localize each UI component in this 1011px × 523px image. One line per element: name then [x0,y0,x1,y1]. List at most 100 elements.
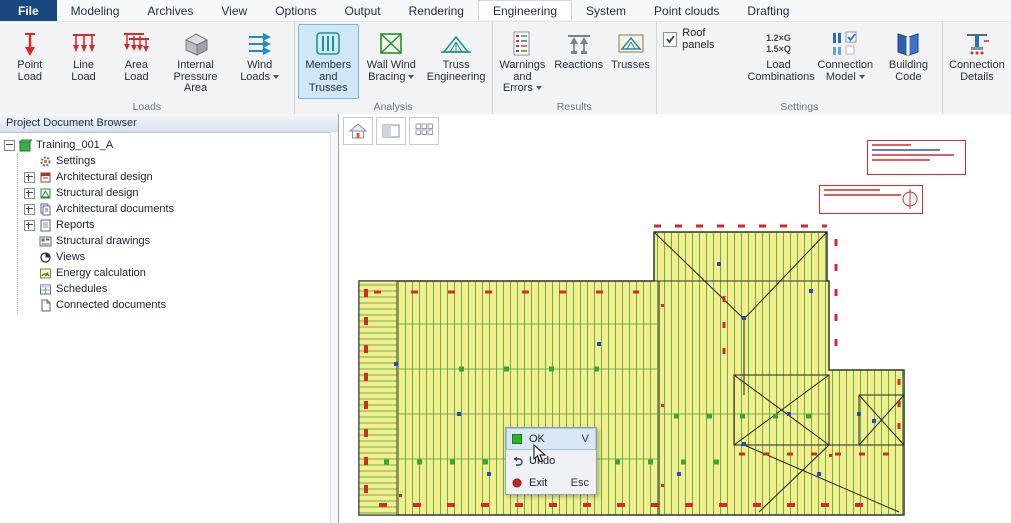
tree-root-row[interactable]: Training_001_A [4,137,338,153]
warnings-and-errors-button[interactable]: Warnings and Errors [496,24,550,99]
exit-icon [511,478,523,488]
point-load-button[interactable]: Point Load [3,24,57,99]
tab-rendering[interactable]: Rendering [395,0,478,21]
tree-item-schedules[interactable]: Schedules [24,281,338,297]
tab-options[interactable]: Options [261,0,330,21]
ribbon-tab-bar: File Modeling Archives View Options Outp… [0,0,1011,22]
expand-expander-icon[interactable] [24,220,35,231]
group-label-connection-details [945,100,1009,114]
tree-item-architectural-documents[interactable]: Architectural documents [24,201,338,217]
warnings-and-errors-icon [507,28,537,60]
group-label-analysis: Analysis [297,100,490,114]
schedule-icon [39,283,52,296]
area-load-button[interactable]: Area Load [110,24,162,99]
collapse-expander-icon[interactable] [4,140,15,151]
tab-file[interactable]: File [0,0,57,21]
tree-item-settings[interactable]: Settings [24,153,338,169]
tree-children: Settings Architectural design Structural… [17,153,338,313]
tab-archives[interactable]: Archives [133,0,207,21]
roof-panels-checkbox-row[interactable]: Roof panels [663,27,738,51]
tab-point-clouds[interactable]: Point clouds [640,0,733,21]
drawing-canvas[interactable]: OK V Undo Exit Esc [339,114,1011,523]
ok-icon [511,434,523,444]
internal-pressure-area-button[interactable]: Internal Pressure Area [164,24,226,99]
section-symbol-icon [900,188,920,210]
wind-loads-icon [245,28,275,60]
building-code-button[interactable]: Building Code [878,24,939,99]
architectural-design-icon [39,171,52,184]
expand-expander-icon[interactable] [24,204,35,215]
context-menu: OK V Undo Exit Esc [505,427,597,495]
group-label-loads: Loads [2,100,292,114]
ribbon-group-results: Warnings and Errors Reactions Trusses Re… [493,22,657,114]
section-mark-annotation [819,185,923,214]
load-combinations-button[interactable]: 1.2×G 1.5×Q Load Combinations [744,24,812,99]
wind-loads-button[interactable]: Wind Loads [229,24,291,99]
dropdown-caret-icon [273,75,279,79]
panel-title: Project Document Browser [0,114,338,133]
expand-expander-icon[interactable] [24,188,35,199]
tree-item-structural-design[interactable]: Structural design [24,185,338,201]
truss-engineering-button[interactable]: Truss Engineering [424,24,489,99]
mouse-cursor [533,444,546,463]
report-icon [39,219,52,232]
roof-panels-label: Roof panels [682,27,737,51]
title-block-annotation [867,140,966,175]
energy-icon [39,267,52,280]
members-and-trusses-button[interactable]: Members and Trusses [298,24,359,99]
reactions-button[interactable]: Reactions [551,24,606,99]
tab-drafting[interactable]: Drafting [733,0,803,21]
tree-item-views[interactable]: Views [24,249,338,265]
views-icon [39,251,52,264]
trusses-button[interactable]: Trusses [608,24,653,99]
connection-details-button[interactable]: Connection Details [946,24,1008,99]
connection-model-icon [828,28,862,60]
roof-panels-checkbox[interactable] [663,32,677,47]
load-combinations-icon: 1.2×G 1.5×Q [766,28,791,60]
gear-icon [39,155,52,168]
truss-engineering-icon [440,28,472,60]
context-menu-item-undo[interactable]: Undo [506,450,596,472]
ribbon-group-settings: Roof panels 1.2×G 1.5×Q Load Combination… [657,22,943,114]
roof-framing-plan[interactable] [339,114,1011,523]
tab-modeling[interactable]: Modeling [57,0,134,21]
dropdown-caret-icon [859,75,865,79]
tree-root-label: Training_001_A [36,139,113,151]
connection-model-button[interactable]: Connection Model [814,24,876,99]
ribbon-group-analysis: Members and Trusses Wall Wind Bracing Tr… [295,22,493,114]
tree-item-energy-calculation[interactable]: Energy calculation [24,265,338,281]
connection-details-icon [962,28,992,60]
reactions-icon [564,28,594,60]
tab-engineering[interactable]: Engineering [478,0,572,21]
tree-item-architectural-design[interactable]: Architectural design [24,169,338,185]
area-load-icon [121,28,151,60]
members-and-trusses-icon [313,28,343,60]
tab-view[interactable]: View [207,0,261,21]
context-menu-item-ok[interactable]: OK V [506,428,596,450]
undo-icon [511,456,523,466]
expand-expander-icon[interactable] [24,172,35,183]
project-document-browser-panel: Project Document Browser Training_001_A … [0,114,339,523]
tree-item-structural-drawings[interactable]: Structural drawings [24,233,338,249]
ribbon-group-loads: Point Load Line Load Area Load Internal … [0,22,295,114]
group-label-results: Results [495,100,654,114]
project-tree: Training_001_A Settings Architectural de… [0,133,338,313]
trusses-icon [616,28,646,60]
tree-item-reports[interactable]: Reports [24,217,338,233]
tab-system[interactable]: System [572,0,640,21]
ribbon: Point Load Line Load Area Load Internal … [0,22,1011,115]
tab-output[interactable]: Output [331,0,395,21]
line-load-icon [69,28,99,60]
document-icon [39,299,52,312]
wall-wind-bracing-button[interactable]: Wall Wind Bracing [361,24,422,99]
documents-icon [39,203,52,216]
dropdown-caret-icon [408,75,414,79]
wall-wind-bracing-icon [376,28,406,60]
line-load-button[interactable]: Line Load [59,24,109,99]
context-menu-item-exit[interactable]: Exit Esc [506,472,596,494]
tree-item-connected-documents[interactable]: Connected documents [24,297,338,313]
internal-pressure-area-icon [180,28,212,60]
tree-scrollbar[interactable] [330,132,338,523]
app-window: { "tabs": ["File","Modeling","Archives",… [0,0,1011,523]
group-label-settings: Settings [659,100,940,114]
